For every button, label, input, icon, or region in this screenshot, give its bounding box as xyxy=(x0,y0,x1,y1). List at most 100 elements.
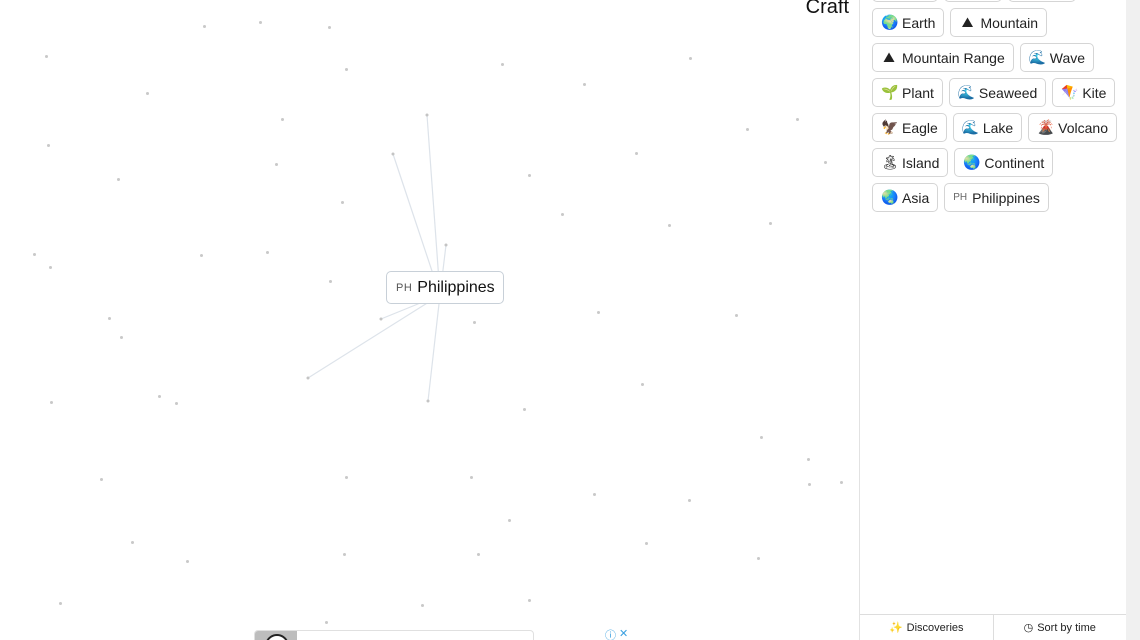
item-eagle[interactable]: 🦅 Eagle xyxy=(872,113,947,142)
particle xyxy=(175,402,178,405)
item-kite[interactable]: 🪁 Kite xyxy=(1052,78,1116,107)
item-label: Plant xyxy=(902,84,934,101)
item-offscreen[interactable] xyxy=(1008,0,1076,2)
item-asia[interactable]: 🌏 Asia xyxy=(872,183,939,212)
particle xyxy=(50,401,53,404)
particle xyxy=(158,395,161,398)
particle xyxy=(266,251,269,254)
flag-ph-icon: PH xyxy=(953,192,968,203)
globe-icon: 🌏 xyxy=(963,154,981,170)
item-plant[interactable]: 🌱 Plant xyxy=(872,78,943,107)
item-earth[interactable]: 🌍 Earth xyxy=(872,8,945,37)
particle xyxy=(186,560,189,563)
particle xyxy=(477,553,480,556)
scrollbar[interactable] xyxy=(1126,0,1140,640)
globe-icon: 🌏 xyxy=(881,189,899,205)
item-label: Wave xyxy=(1049,49,1086,66)
particle xyxy=(345,68,348,71)
particle xyxy=(641,383,644,386)
canvas-item-label: Philippines xyxy=(417,278,495,296)
item-mountain[interactable]: ⛰ Mountain xyxy=(950,8,1048,37)
sparkle-icon: ✨ xyxy=(888,622,903,634)
particle xyxy=(635,152,638,155)
particle xyxy=(328,26,331,29)
particle xyxy=(760,436,763,439)
connection-node xyxy=(444,243,448,247)
connection-line xyxy=(426,114,441,296)
ad-close-icon[interactable]: ✕ xyxy=(619,627,628,640)
particle xyxy=(59,602,62,605)
wave-icon: 🌊 xyxy=(1028,49,1047,65)
particle xyxy=(45,55,48,58)
particle xyxy=(796,118,799,121)
item-label: Eagle xyxy=(902,119,938,136)
item-offscreen[interactable] xyxy=(944,0,1002,2)
particle xyxy=(259,21,262,24)
ad-info-icon[interactable]: ⓘ xyxy=(605,627,616,640)
item-island[interactable]: 🏝 Island xyxy=(872,148,949,177)
particle xyxy=(473,321,476,324)
canvas-item-philippines[interactable]: PH Philippines xyxy=(386,271,504,304)
item-lake[interactable]: 🌊 Lake xyxy=(952,113,1023,142)
particle xyxy=(345,476,348,479)
particle xyxy=(108,317,111,320)
particle xyxy=(275,163,278,166)
particle xyxy=(131,541,134,544)
item-label: Kite xyxy=(1082,84,1107,101)
particle xyxy=(120,336,123,339)
island-icon: 🏝 xyxy=(881,154,899,170)
particle xyxy=(824,161,827,164)
connection-node xyxy=(306,376,310,380)
particle xyxy=(117,178,120,181)
globe-icon: 🌍 xyxy=(881,14,899,30)
discoveries-label: Discoveries xyxy=(906,621,964,634)
ad-controls: ⓘ ✕ xyxy=(605,627,628,640)
item-seaweed[interactable]: 🌊 Seaweed xyxy=(948,78,1047,107)
ad-banner[interactable] xyxy=(254,630,534,640)
particle xyxy=(343,553,346,556)
particle xyxy=(33,253,36,256)
particle xyxy=(49,266,52,269)
connection-line xyxy=(427,294,441,402)
item-continent[interactable]: 🌏 Continent xyxy=(954,148,1054,177)
item-label: Seaweed xyxy=(978,84,1038,101)
particle xyxy=(203,25,206,28)
particle xyxy=(561,213,564,216)
item-label: Lake xyxy=(982,119,1014,136)
wave-icon: 🌊 xyxy=(961,119,980,135)
particle xyxy=(668,224,671,227)
particle xyxy=(470,476,473,479)
particle xyxy=(329,280,332,283)
particle xyxy=(840,481,843,484)
craft-canvas[interactable]: Craft PH Philippines ⓘ ✕ xyxy=(0,0,859,640)
item-volcano[interactable]: 🌋 Volcano xyxy=(1028,113,1117,142)
item-label: Mountain xyxy=(980,14,1039,31)
particle xyxy=(735,314,738,317)
particle xyxy=(508,519,511,522)
item-mountain-range[interactable]: ⛰ Mountain Range xyxy=(872,43,1014,72)
item-label: Philippines xyxy=(972,189,1040,206)
item-offscreen[interactable] xyxy=(872,0,938,2)
sort-button[interactable]: ◷ Sort by time xyxy=(992,615,1127,640)
kite-icon: 🪁 xyxy=(1061,84,1079,100)
ad-thumbnail xyxy=(255,631,297,640)
particle xyxy=(281,118,284,121)
discoveries-button[interactable]: ✨ Discoveries xyxy=(860,615,993,640)
item-label: Mountain Range xyxy=(902,49,1005,66)
particle xyxy=(688,499,691,502)
craft-title: Craft xyxy=(805,0,849,18)
particle xyxy=(597,311,600,314)
item-label: Asia xyxy=(902,189,930,206)
connection-lines xyxy=(306,113,448,403)
item-list: 🌍 Earth ⛰ Mountain ⛰ Mountain Range 🌊 Wave 🌱 Plan… xyxy=(872,0,1117,212)
particle xyxy=(100,478,103,481)
particle xyxy=(501,63,504,66)
connection-line xyxy=(307,294,441,379)
particle xyxy=(583,83,586,86)
sort-label: Sort by time xyxy=(1037,621,1096,634)
item-philippines[interactable]: PH Philippines xyxy=(944,183,1049,212)
item-wave[interactable]: 🌊 Wave xyxy=(1019,43,1095,72)
particle xyxy=(528,174,531,177)
flag-ph-icon: PH xyxy=(396,281,413,294)
particle xyxy=(645,542,648,545)
